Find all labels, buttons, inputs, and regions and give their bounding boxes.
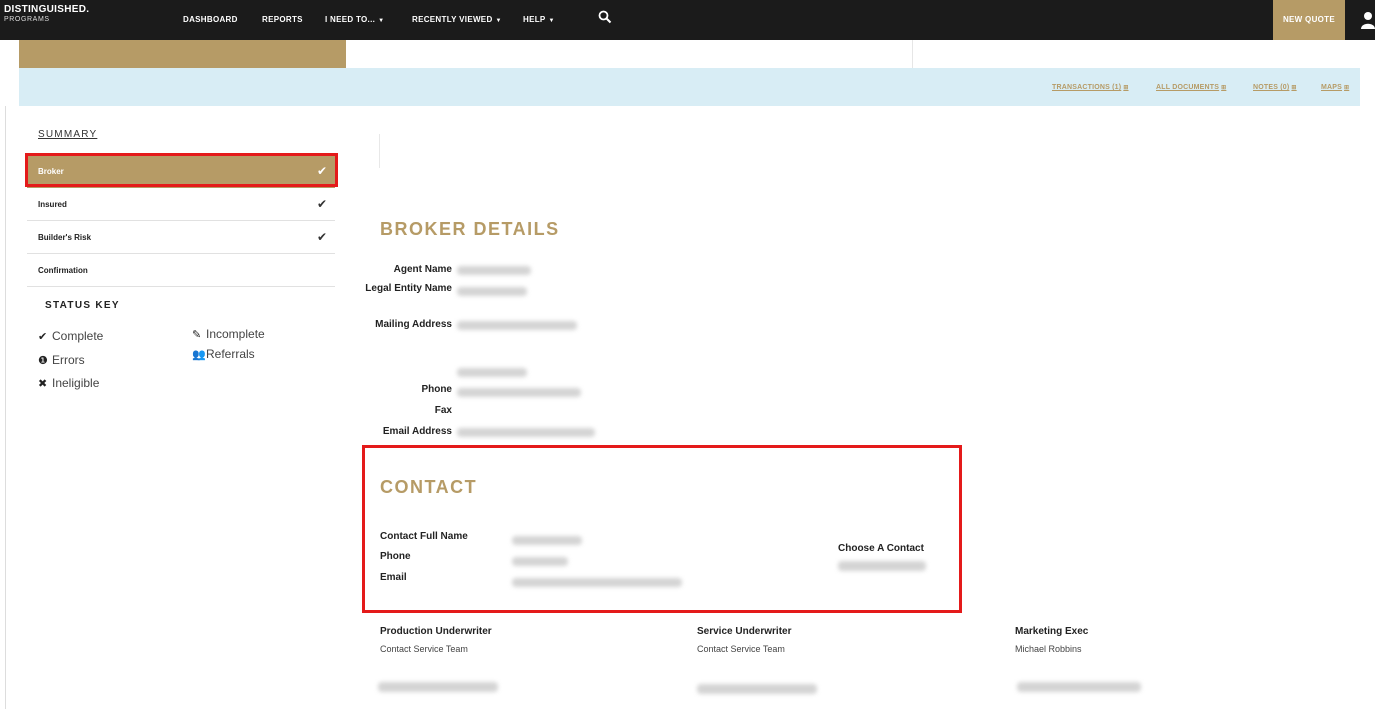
step-label: Insured	[38, 200, 67, 209]
highlight-box-broker	[25, 153, 338, 187]
nav-recently-viewed[interactable]: RECENTLY VIEWED ▼	[412, 15, 502, 24]
status-key-errors-label: Errors	[52, 353, 85, 367]
x-mark-icon: ✖	[38, 378, 48, 390]
maps-link[interactable]: MAPS ⊞	[1321, 84, 1349, 91]
pencil-icon: ✎	[192, 329, 202, 341]
phone-value-redacted	[457, 388, 581, 397]
nav-dashboard-label: DASHBOARD	[183, 15, 238, 24]
status-key-complete: ✔ Complete	[38, 329, 103, 343]
step-insured[interactable]: Insured ✔	[27, 188, 335, 221]
service-underwriter-select[interactable]	[697, 684, 817, 694]
external-link-icon: ⊞	[1221, 85, 1227, 91]
mailing-address-label: Mailing Address	[375, 319, 452, 330]
production-underwriter-title: Production Underwriter	[380, 626, 492, 637]
chevron-down-icon: ▼	[495, 18, 502, 24]
nav-recently-viewed-label: RECENTLY VIEWED	[412, 15, 493, 24]
agent-name-label: Agent Name	[393, 264, 452, 275]
marketing-exec-title: Marketing Exec	[1015, 626, 1089, 637]
nav-i-need-to[interactable]: I NEED TO... ▼	[325, 15, 384, 24]
checkmark-icon: ✔	[38, 331, 48, 343]
mailing-address-line-1-redacted	[457, 321, 577, 330]
production-underwriter-value: Contact Service Team	[380, 644, 468, 654]
notes-link-label: NOTES (0)	[1253, 84, 1290, 91]
summary-link[interactable]: SUMMARY	[38, 129, 97, 140]
status-key-ineligible-label: Ineligible	[52, 376, 100, 390]
agent-name-value-redacted	[457, 266, 531, 275]
checkmark-icon: ✔	[316, 197, 327, 211]
nav-help[interactable]: HELP ▼	[523, 15, 555, 24]
checkmark-icon: ✔	[316, 230, 327, 244]
nav-help-label: HELP	[523, 15, 546, 24]
status-key-errors: ❶ Errors	[38, 353, 85, 367]
step-label: Builder's Risk	[38, 233, 92, 242]
status-key-complete-label: Complete	[52, 329, 104, 343]
email-address-value-redacted	[457, 428, 595, 437]
step-builders-risk[interactable]: Builder's Risk ✔	[27, 221, 335, 254]
search-icon[interactable]	[598, 10, 612, 29]
phone-label: Phone	[421, 384, 452, 395]
legal-entity-name-label: Legal Entity Name	[365, 283, 452, 294]
brand-logo[interactable]: DISTINGUISHED. PROGRAMS	[4, 4, 90, 24]
new-quote-button[interactable]: NEW QUOTE	[1273, 0, 1345, 40]
broker-details-title: BROKER DETAILS	[380, 219, 560, 239]
fax-label: Fax	[434, 405, 452, 416]
status-key-referrals: 👥Referrals	[192, 347, 255, 361]
external-link-icon: ⊞	[1344, 85, 1350, 91]
step-label: Confirmation	[38, 266, 88, 275]
notes-link[interactable]: NOTES (0) ⊞	[1253, 84, 1297, 91]
status-key-incomplete-label: Incomplete	[206, 327, 265, 341]
nav-reports-label: REPORTS	[262, 15, 303, 24]
legal-entity-name-value-redacted	[457, 287, 527, 296]
maps-link-label: MAPS	[1321, 84, 1343, 91]
external-link-icon: ⊞	[1291, 85, 1297, 91]
status-key-ineligible: ✖ Ineligible	[38, 376, 99, 390]
external-link-icon: ⊞	[1123, 85, 1129, 91]
marketing-exec-value: Michael Robbins	[1015, 644, 1082, 654]
marketing-exec-select[interactable]	[1017, 682, 1141, 692]
nav-dashboard[interactable]: DASHBOARD	[183, 15, 238, 24]
brand-line-1: DISTINGUISHED.	[4, 4, 90, 15]
main-divider	[379, 134, 380, 168]
chevron-down-icon: ▼	[378, 18, 385, 24]
page-left-border	[5, 106, 6, 709]
header-divider	[912, 40, 913, 68]
production-underwriter-select[interactable]	[378, 682, 498, 692]
status-key-incomplete: ✎ Incomplete	[192, 327, 265, 341]
all-documents-link[interactable]: ALL DOCUMENTS ⊞	[1156, 84, 1226, 91]
header-gold-block	[19, 40, 346, 68]
chevron-down-icon: ▼	[548, 18, 555, 24]
service-underwriter-value: Contact Service Team	[697, 644, 785, 654]
users-icon: 👥	[192, 349, 206, 361]
top-navigation-bar: DISTINGUISHED. PROGRAMS DASHBOARD REPORT…	[0, 0, 1375, 40]
nav-reports[interactable]: REPORTS	[262, 15, 303, 24]
email-address-label: Email Address	[382, 426, 452, 437]
status-key-title: STATUS KEY	[45, 300, 120, 311]
transactions-link-label: TRANSACTIONS (1)	[1052, 84, 1122, 91]
step-confirmation[interactable]: Confirmation	[27, 254, 335, 287]
all-documents-link-label: ALL DOCUMENTS	[1156, 84, 1220, 91]
status-key-referrals-label: Referrals	[206, 347, 255, 361]
highlight-box-contact	[362, 445, 962, 613]
error-icon: ❶	[38, 355, 48, 367]
brand-line-2: PROGRAMS	[4, 16, 50, 23]
mailing-address-line-2-redacted	[457, 368, 527, 377]
user-icon[interactable]	[1361, 11, 1375, 34]
nav-i-need-to-label: I NEED TO...	[325, 15, 376, 24]
transactions-link[interactable]: TRANSACTIONS (1) ⊞	[1052, 84, 1129, 91]
service-underwriter-title: Service Underwriter	[697, 626, 792, 637]
